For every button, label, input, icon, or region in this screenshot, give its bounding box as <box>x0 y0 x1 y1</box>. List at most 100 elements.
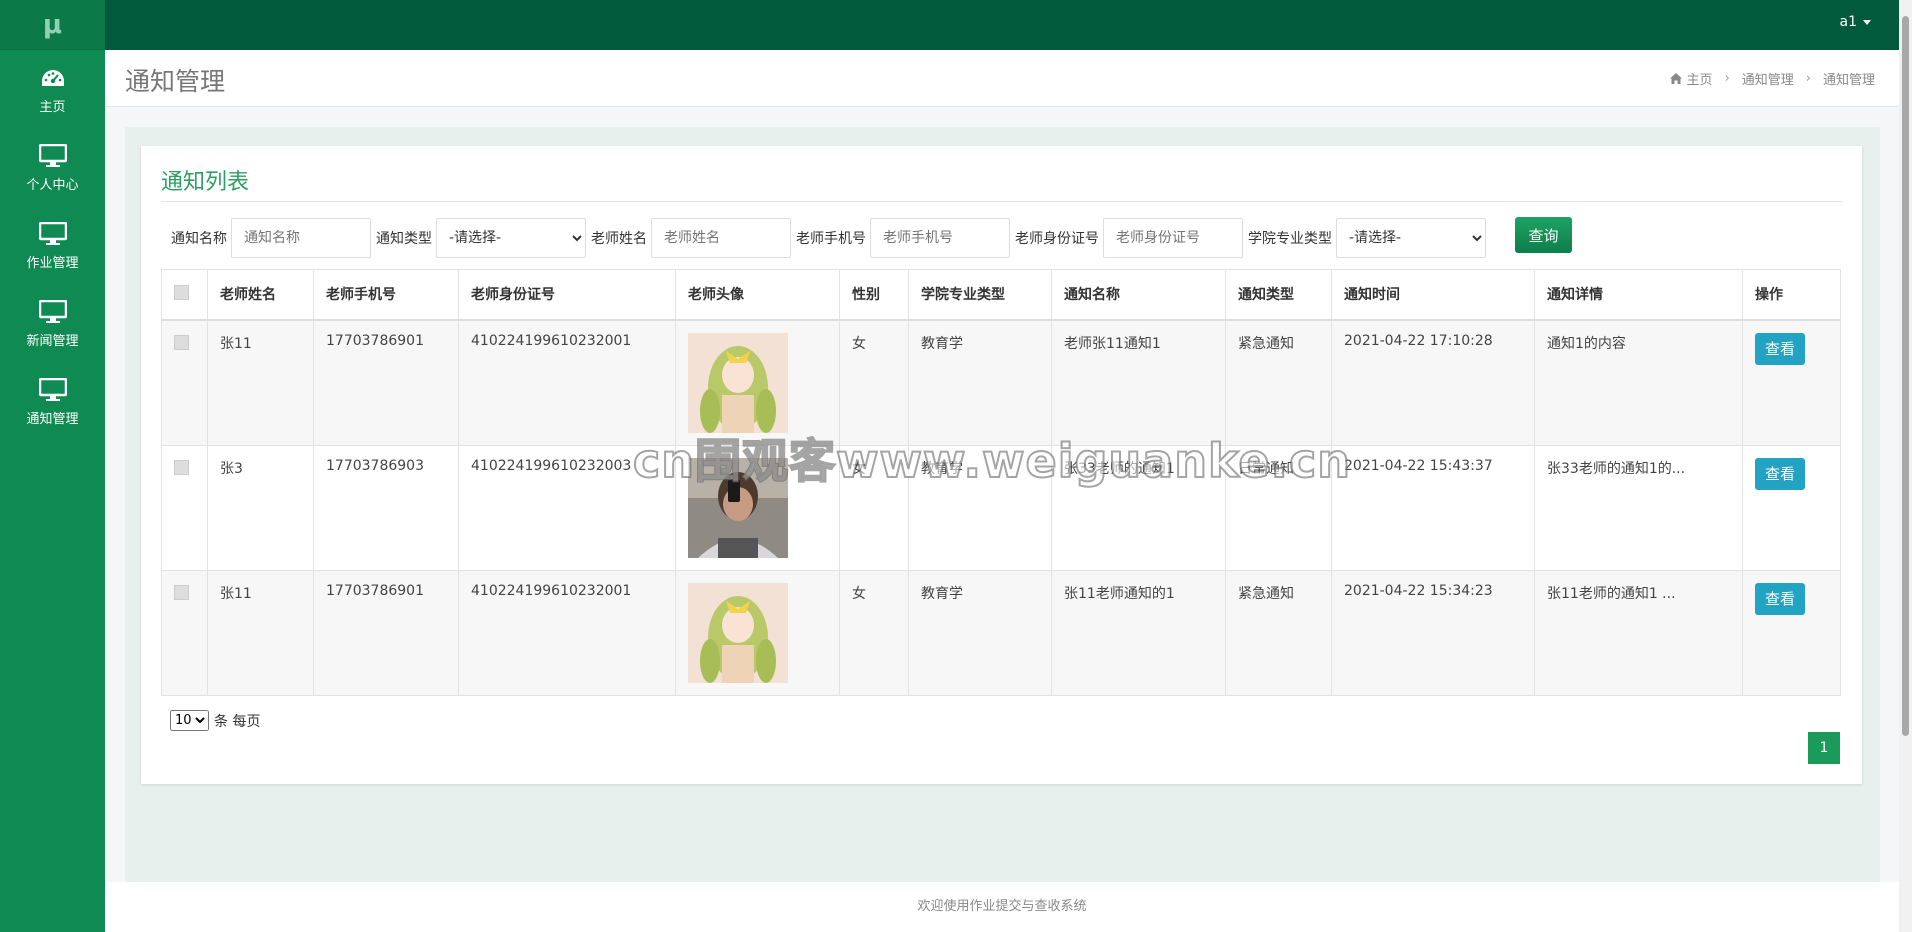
select-all-cell <box>161 269 208 321</box>
user-name: a1 <box>1839 14 1858 30</box>
notice-name-input[interactable] <box>231 218 371 258</box>
major-type-select[interactable]: -请选择- <box>1336 218 1486 258</box>
notice-type-cell: 紧急通知 <box>1225 569 1332 696</box>
row-checkbox[interactable] <box>174 334 189 350</box>
teacher-name-cell: 张11 <box>207 569 314 696</box>
footer: 欢迎使用作业提交与查收系统 <box>105 882 1899 932</box>
teacher-id-cell: 410224199610232001 <box>458 319 676 446</box>
card-title: 通知列表 <box>161 170 250 195</box>
sidebar-item-label: 作业管理 <box>26 255 79 271</box>
view-button[interactable]: 查看 <box>1755 582 1805 615</box>
notice-type-label: 通知类型 <box>376 231 432 247</box>
notice-type-select[interactable]: -请选择- <box>436 218 586 258</box>
dashboard-icon <box>38 64 68 90</box>
pagination-page-1[interactable]: 1 <box>1808 732 1840 764</box>
view-button[interactable]: 查看 <box>1755 457 1805 490</box>
teacher-avatar <box>688 582 788 683</box>
breadcrumb-current: 通知管理 <box>1822 73 1875 88</box>
column-header: 性别 <box>839 269 909 321</box>
column-header: 操作 <box>1742 269 1841 321</box>
teacher-id-input[interactable] <box>1103 218 1243 258</box>
teacher-phone-label: 老师手机号 <box>796 231 866 247</box>
top-navbar: a1 <box>105 0 1899 50</box>
monitor-icon <box>38 142 68 168</box>
sidebar-item-label: 新闻管理 <box>26 333 79 349</box>
page-title: 通知管理 <box>125 67 226 96</box>
notice-name-cell: 老师张11通知1 <box>1051 319 1226 446</box>
column-header: 老师身份证号 <box>458 269 676 321</box>
gender-cell: 女 <box>839 569 909 696</box>
notice-type-cell: 日常通知 <box>1225 444 1332 571</box>
view-button[interactable]: 查看 <box>1755 332 1805 365</box>
teacher-name-cell: 张3 <box>207 444 314 571</box>
row-checkbox[interactable] <box>174 459 189 475</box>
sidebar-item-label: 主页 <box>39 99 66 115</box>
notice-name-cell: 张11老师通知的1 <box>1051 569 1226 696</box>
column-header: 通知时间 <box>1331 269 1535 321</box>
query-button[interactable]: 查询 <box>1515 217 1572 253</box>
page-header: 通知管理 主页 › 通知管理 › 通知管理 <box>105 50 1899 107</box>
home-icon <box>1669 73 1682 84</box>
column-header: 老师手机号 <box>313 269 459 321</box>
notice-name-label: 通知名称 <box>171 231 227 247</box>
column-header: 通知详情 <box>1534 269 1743 321</box>
breadcrumb: 主页 › 通知管理 › 通知管理 <box>1669 69 1875 88</box>
teacher-avatar <box>688 457 788 558</box>
teacher-name-cell: 张11 <box>207 319 314 446</box>
teacher-id-cell: 410224199610232003 <box>458 444 676 571</box>
teacher-avatar <box>688 332 788 433</box>
brand-logo: μ <box>0 0 105 50</box>
sidebar: μ 主页 个人中心 作业管理 新闻管理 通知管理 <box>0 0 105 932</box>
teacher-phone-input[interactable] <box>870 218 1010 258</box>
teacher-phone-cell: 17703786903 <box>313 444 459 571</box>
teacher-name-label: 老师姓名 <box>591 231 647 247</box>
scrollbar-thumb[interactable] <box>1902 16 1909 736</box>
page-size-select[interactable]: 10 <box>170 710 209 731</box>
notice-type-cell: 紧急通知 <box>1225 319 1332 446</box>
row-checkbox[interactable] <box>174 584 189 600</box>
caret-down-icon <box>1863 19 1871 25</box>
sidebar-item-profile[interactable]: 个人中心 <box>0 128 105 206</box>
column-header: 通知名称 <box>1051 269 1226 321</box>
notice-table: 老师姓名 老师手机号 老师身份证号 老师头像 性别 学院专业类型 通知名称 通知… <box>161 269 1841 696</box>
sidebar-item-home[interactable]: 主页 <box>0 50 105 128</box>
gender-cell: 女 <box>839 319 909 446</box>
sidebar-item-news[interactable]: 新闻管理 <box>0 284 105 362</box>
sidebar-item-notices[interactable]: 通知管理 <box>0 362 105 440</box>
gender-cell: 女 <box>839 444 909 571</box>
teacher-id-cell: 410224199610232001 <box>458 569 676 696</box>
major-cell: 教育学 <box>908 569 1052 696</box>
table-row: 张11 17703786901 410224199610232001 女 教育学… <box>161 569 1841 696</box>
teacher-name-input[interactable] <box>651 218 791 258</box>
teacher-phone-cell: 17703786901 <box>313 569 459 696</box>
table-header-row: 老师姓名 老师手机号 老师身份证号 老师头像 性别 学院专业类型 通知名称 通知… <box>161 269 1841 321</box>
sidebar-item-label: 个人中心 <box>26 177 79 193</box>
teacher-id-label: 老师身份证号 <box>1015 231 1099 247</box>
notice-detail-cell: 张33老师的通知1的... <box>1534 444 1743 571</box>
filter-bar: 通知名称 通知类型 -请选择- 老师姓名 老师手机号 老师身份证号 学院专业类型… <box>171 218 1486 258</box>
notice-time-cell: 2021-04-22 17:10:28 <box>1331 319 1535 446</box>
notice-detail-cell: 通知1的内容 <box>1534 319 1743 446</box>
breadcrumb-item[interactable]: 通知管理 <box>1742 69 1794 88</box>
column-header: 学院专业类型 <box>908 269 1052 321</box>
table-row: 张11 17703786901 410224199610232001 女 教育学… <box>161 319 1841 446</box>
divider <box>161 201 1842 202</box>
chevron-right-icon: › <box>1805 71 1811 86</box>
major-cell: 教育学 <box>908 444 1052 571</box>
notice-list-card: 通知列表 通知名称 通知类型 -请选择- 老师姓名 老师手机号 老师身份证号 学… <box>141 146 1862 784</box>
breadcrumb-home[interactable]: 主页 <box>1669 69 1713 88</box>
user-menu[interactable]: a1 <box>1839 14 1871 30</box>
page-size-control: 10 条 每页 <box>170 710 260 731</box>
chevron-right-icon: › <box>1724 71 1730 86</box>
scrollbar[interactable] <box>1899 0 1912 932</box>
sidebar-item-homework[interactable]: 作业管理 <box>0 206 105 284</box>
teacher-phone-cell: 17703786901 <box>313 319 459 446</box>
notice-name-cell: 张33老师的通知1 <box>1051 444 1226 571</box>
column-header: 老师姓名 <box>207 269 314 321</box>
major-cell: 教育学 <box>908 319 1052 446</box>
notice-detail-cell: 张11老师的通知1 ... <box>1534 569 1743 696</box>
monitor-icon <box>38 376 68 402</box>
sidebar-item-label: 通知管理 <box>26 411 79 427</box>
page-size-label: 条 每页 <box>214 713 261 730</box>
select-all-checkbox[interactable] <box>174 284 189 300</box>
